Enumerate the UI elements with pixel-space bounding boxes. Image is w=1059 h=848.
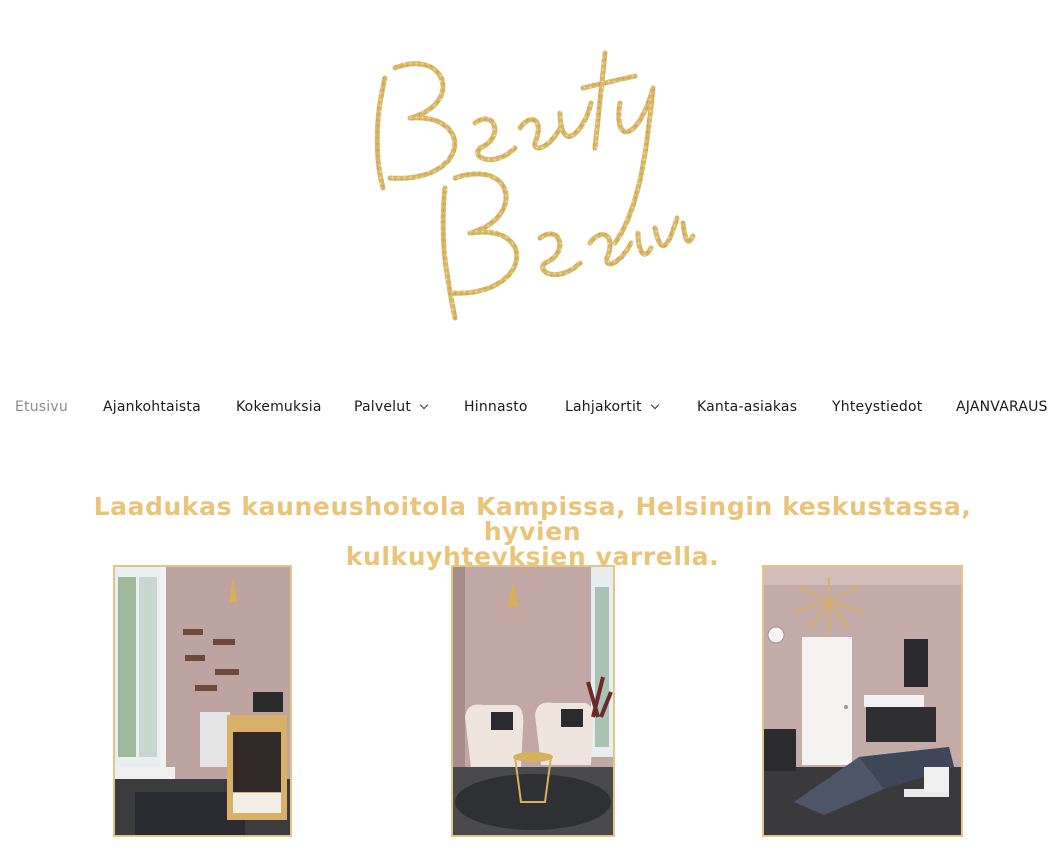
nav-label: Ajankohtaista (103, 399, 201, 415)
site-logo[interactable] (355, 8, 705, 338)
lounge-image (453, 567, 613, 835)
nav-item-yhteystiedot[interactable]: Yhteystiedot (832, 395, 922, 419)
nav-label: Lahjakortit (565, 399, 642, 415)
nav-label: Yhteystiedot (832, 399, 923, 415)
nav-label: AJANVARAUS (956, 399, 1048, 415)
nav-item-ajankohtaista[interactable]: Ajankohtaista (103, 395, 201, 419)
treatment-room-image (764, 567, 961, 835)
page-headline: Laadukas kauneushoitola Kampissa, Helsin… (60, 494, 1005, 569)
nav-label: Kanta-asiakas (697, 399, 798, 415)
salon-photo-reception[interactable] (113, 565, 292, 837)
nav-item-kanta-asiakas[interactable]: Kanta-asiakas (697, 395, 797, 419)
headline-line-1: Laadukas kauneushoitola Kampissa, Helsin… (93, 492, 972, 546)
nav-label: Etusivu (15, 399, 68, 415)
nav-label: Hinnasto (464, 399, 528, 415)
main-navigation: Etusivu Ajankohtaista Kokemuksia Palvelu… (0, 395, 1059, 419)
nav-item-ajanvaraus[interactable]: AJANVARAUS (956, 395, 1048, 419)
nav-label: Palvelut (354, 399, 412, 415)
nav-item-lahjakortit[interactable]: Lahjakortit (565, 395, 659, 419)
chevron-down-icon (419, 400, 429, 410)
logo-script-graphic (374, 50, 696, 321)
salon-photo-lounge[interactable] (451, 565, 615, 837)
nav-item-etusivu[interactable]: Etusivu (15, 395, 68, 419)
nav-item-kokemuksia[interactable]: Kokemuksia (236, 395, 322, 419)
nav-item-hinnasto[interactable]: Hinnasto (464, 395, 528, 419)
reception-image (115, 567, 290, 835)
nav-label: Kokemuksia (236, 399, 322, 415)
salon-photo-treatment-room[interactable] (762, 565, 963, 837)
nav-item-palvelut[interactable]: Palvelut (354, 395, 429, 419)
chevron-down-icon (650, 400, 659, 410)
